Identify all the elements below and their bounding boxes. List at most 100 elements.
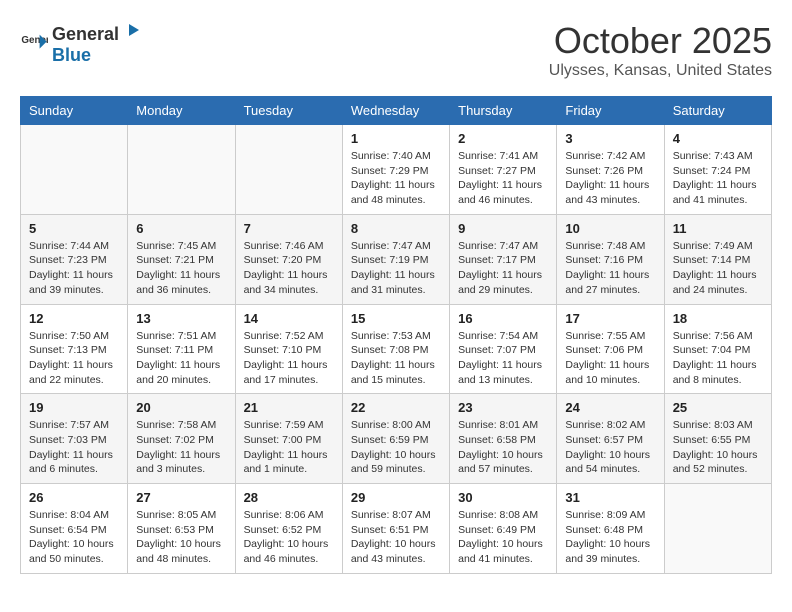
day-info: Sunrise: 8:00 AMSunset: 6:59 PMDaylight:… [351, 418, 441, 477]
calendar-cell [128, 125, 235, 215]
day-info: Sunrise: 7:45 AMSunset: 7:21 PMDaylight:… [136, 239, 226, 298]
calendar-week-row: 5Sunrise: 7:44 AMSunset: 7:23 PMDaylight… [21, 214, 772, 304]
calendar-cell: 3Sunrise: 7:42 AMSunset: 7:26 PMDaylight… [557, 125, 664, 215]
day-number: 14 [244, 311, 334, 326]
calendar-cell: 15 Sunrise: 7:53 AMSunset: 7:08 PMDayligh… [342, 304, 449, 394]
header-saturday: Saturday [664, 97, 771, 125]
calendar-cell: 27 Sunrise: 8:05 AMSunset: 6:53 PMDayligh… [128, 484, 235, 574]
day-number: 16 [458, 311, 548, 326]
day-info: Sunrise: 7:54 AMSunset: 7:07 PMDaylight:… [458, 329, 548, 388]
calendar-cell: 23 Sunrise: 8:01 AMSunset: 6:58 PMDayligh… [450, 394, 557, 484]
day-number: 17 [565, 311, 655, 326]
day-info: Sunrise: 7:53 AMSunset: 7:08 PMDaylight:… [351, 329, 441, 388]
day-number: 18 [673, 311, 763, 326]
day-number: 19 [29, 400, 119, 415]
day-info: Sunrise: 8:02 AMSunset: 6:57 PMDaylight:… [565, 418, 655, 477]
day-info: Sunrise: 7:58 AMSunset: 7:02 PMDaylight:… [136, 418, 226, 477]
calendar-week-row: 12Sunrise: 7:50 AMSunset: 7:13 PMDayligh… [21, 304, 772, 394]
day-info: Sunrise: 7:52 AMSunset: 7:10 PMDaylight:… [244, 329, 334, 388]
day-number: 1 [351, 131, 441, 146]
day-info: Sunrise: 8:07 AMSunset: 6:51 PMDaylight:… [351, 508, 441, 567]
calendar-week-row: 19 Sunrise: 7:57 AMSunset: 7:03 PMDayligh… [21, 394, 772, 484]
header-thursday: Thursday [450, 97, 557, 125]
calendar-cell: 25 Sunrise: 8:03 AMSunset: 6:55 PMDayligh… [664, 394, 771, 484]
day-info: Sunrise: 8:01 AMSunset: 6:58 PMDaylight:… [458, 418, 548, 477]
day-number: 13 [136, 311, 226, 326]
day-number: 8 [351, 221, 441, 236]
day-number: 6 [136, 221, 226, 236]
day-info: Sunrise: 8:05 AMSunset: 6:53 PMDaylight:… [136, 508, 226, 567]
calendar-cell: 13 Sunrise: 7:51 AMSunset: 7:11 PMDayligh… [128, 304, 235, 394]
calendar-header-row: SundayMondayTuesdayWednesdayThursdayFrid… [21, 97, 772, 125]
calendar-cell [664, 484, 771, 574]
calendar-table: SundayMondayTuesdayWednesdayThursdayFrid… [20, 96, 772, 574]
day-number: 15 [351, 311, 441, 326]
header-friday: Friday [557, 97, 664, 125]
day-info: Sunrise: 7:48 AMSunset: 7:16 PMDaylight:… [565, 239, 655, 298]
day-number: 21 [244, 400, 334, 415]
calendar-cell: 6 Sunrise: 7:45 AMSunset: 7:21 PMDaylight… [128, 214, 235, 304]
header-monday: Monday [128, 97, 235, 125]
day-number: 2 [458, 131, 548, 146]
day-info: Sunrise: 7:56 AMSunset: 7:04 PMDaylight:… [673, 329, 763, 388]
calendar-cell: 1 Sunrise: 7:40 AMSunset: 7:29 PMDaylight… [342, 125, 449, 215]
header-sunday: Sunday [21, 97, 128, 125]
day-number: 7 [244, 221, 334, 236]
day-info: Sunrise: 7:49 AMSunset: 7:14 PMDaylight:… [673, 239, 763, 298]
day-number: 22 [351, 400, 441, 415]
calendar-cell: 7 Sunrise: 7:46 AMSunset: 7:20 PMDaylight… [235, 214, 342, 304]
header-tuesday: Tuesday [235, 97, 342, 125]
day-info: Sunrise: 7:50 AMSunset: 7:13 PMDaylight:… [29, 329, 119, 388]
day-info: Sunrise: 7:47 AMSunset: 7:17 PMDaylight:… [458, 239, 548, 298]
calendar-cell: 9 Sunrise: 7:47 AMSunset: 7:17 PMDaylight… [450, 214, 557, 304]
day-info: Sunrise: 7:41 AMSunset: 7:27 PMDaylight:… [458, 149, 548, 208]
day-info: Sunrise: 8:04 AMSunset: 6:54 PMDaylight:… [29, 508, 119, 567]
day-info: Sunrise: 8:03 AMSunset: 6:55 PMDaylight:… [673, 418, 763, 477]
day-number: 24 [565, 400, 655, 415]
day-info: Sunrise: 7:40 AMSunset: 7:29 PMDaylight:… [351, 149, 441, 208]
day-info: Sunrise: 7:43 AMSunset: 7:24 PMDaylight:… [673, 149, 763, 208]
day-info: Sunrise: 7:57 AMSunset: 7:03 PMDaylight:… [29, 418, 119, 477]
day-number: 25 [673, 400, 763, 415]
day-info: Sunrise: 8:09 AMSunset: 6:48 PMDaylight:… [565, 508, 655, 567]
day-number: 9 [458, 221, 548, 236]
logo-blue: Blue [52, 45, 91, 65]
calendar-cell [235, 125, 342, 215]
day-info: Sunrise: 7:51 AMSunset: 7:11 PMDaylight:… [136, 329, 226, 388]
calendar-cell: 5Sunrise: 7:44 AMSunset: 7:23 PMDaylight… [21, 214, 128, 304]
calendar-cell: 11 Sunrise: 7:49 AMSunset: 7:14 PMDayligh… [664, 214, 771, 304]
day-number: 5 [29, 221, 119, 236]
calendar-cell: 29Sunrise: 8:07 AMSunset: 6:51 PMDayligh… [342, 484, 449, 574]
day-info: Sunrise: 7:47 AMSunset: 7:19 PMDaylight:… [351, 239, 441, 298]
month-title: October 2025 [549, 20, 772, 62]
day-number: 11 [673, 221, 763, 236]
calendar-cell: 16 Sunrise: 7:54 AMSunset: 7:07 PMDayligh… [450, 304, 557, 394]
logo-arrow-icon [121, 20, 141, 40]
title-section: October 2025 Ulysses, Kansas, United Sta… [549, 20, 772, 80]
day-info: Sunrise: 8:08 AMSunset: 6:49 PMDaylight:… [458, 508, 548, 567]
calendar-cell: 17 Sunrise: 7:55 AMSunset: 7:06 PMDayligh… [557, 304, 664, 394]
calendar-week-row: 26Sunrise: 8:04 AMSunset: 6:54 PMDayligh… [21, 484, 772, 574]
calendar-cell: 12Sunrise: 7:50 AMSunset: 7:13 PMDayligh… [21, 304, 128, 394]
calendar-week-row: 1 Sunrise: 7:40 AMSunset: 7:29 PMDaylight… [21, 125, 772, 215]
day-number: 31 [565, 490, 655, 505]
day-number: 4 [673, 131, 763, 146]
day-info: Sunrise: 7:46 AMSunset: 7:20 PMDaylight:… [244, 239, 334, 298]
calendar-cell: 31 Sunrise: 8:09 AMSunset: 6:48 PMDayligh… [557, 484, 664, 574]
calendar-cell: 21 Sunrise: 7:59 AMSunset: 7:00 PMDayligh… [235, 394, 342, 484]
calendar-cell: 28Sunrise: 8:06 AMSunset: 6:52 PMDayligh… [235, 484, 342, 574]
calendar-cell: 24 Sunrise: 8:02 AMSunset: 6:57 PMDayligh… [557, 394, 664, 484]
day-info: Sunrise: 7:59 AMSunset: 7:00 PMDaylight:… [244, 418, 334, 477]
calendar-cell: 19 Sunrise: 7:57 AMSunset: 7:03 PMDayligh… [21, 394, 128, 484]
logo-general: General [52, 24, 119, 45]
logo-icon: General [20, 29, 48, 57]
day-number: 27 [136, 490, 226, 505]
day-number: 10 [565, 221, 655, 236]
day-number: 23 [458, 400, 548, 415]
day-number: 20 [136, 400, 226, 415]
calendar-cell: 2 Sunrise: 7:41 AMSunset: 7:27 PMDaylight… [450, 125, 557, 215]
calendar-cell: 22 Sunrise: 8:00 AMSunset: 6:59 PMDayligh… [342, 394, 449, 484]
day-info: Sunrise: 8:06 AMSunset: 6:52 PMDaylight:… [244, 508, 334, 567]
day-info: Sunrise: 7:55 AMSunset: 7:06 PMDaylight:… [565, 329, 655, 388]
header-wednesday: Wednesday [342, 97, 449, 125]
